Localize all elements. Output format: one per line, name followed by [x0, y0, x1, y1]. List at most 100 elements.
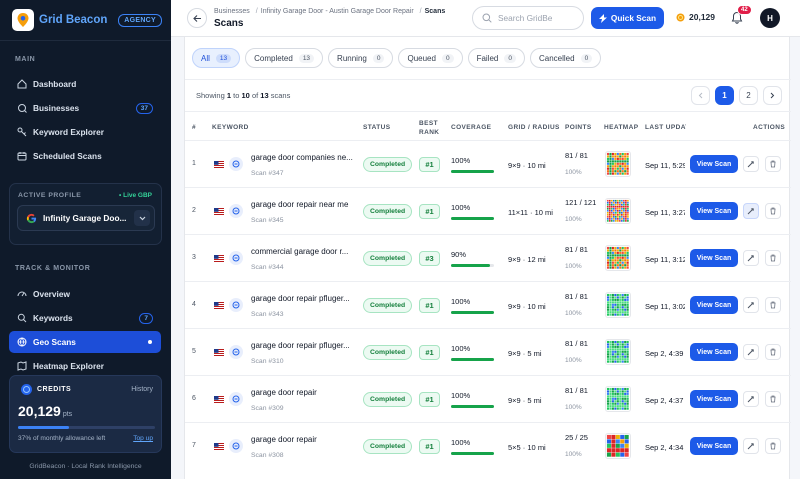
filter-tab-all[interactable]: All 13 — [192, 48, 241, 68]
delete-button[interactable] — [765, 391, 781, 407]
breadcrumb-businesses[interactable]: Businesses — [214, 8, 250, 15]
points-value: 81 / 81 — [565, 151, 588, 160]
keyword-text[interactable]: garage door repair — [251, 435, 317, 444]
page-2-button[interactable]: 2 — [739, 86, 758, 105]
sidebar-item-businesses[interactable]: Businesses 37 — [9, 97, 161, 119]
trash-icon — [770, 254, 776, 262]
breadcrumb-business[interactable]: Infinity Garage Door - Austin Garage Doo… — [261, 8, 414, 15]
sidebar-item-dashboard[interactable]: Dashboard — [9, 73, 161, 95]
row-number: 6 — [192, 395, 196, 402]
keyword-text[interactable]: garage door repair — [251, 388, 317, 397]
delete-button[interactable] — [765, 156, 781, 172]
filter-tab-cancelled[interactable]: Cancelled 0 — [530, 48, 602, 68]
delete-button[interactable] — [765, 438, 781, 454]
sidebar-item-keywords[interactable]: Keywords 7 — [9, 307, 161, 329]
search-input[interactable]: Search GridBe — [472, 6, 584, 30]
avatar[interactable]: H — [760, 8, 780, 28]
col-coverage[interactable]: COVERAGE — [451, 124, 491, 131]
filter-tab-failed[interactable]: Failed 0 — [467, 48, 525, 68]
col-keyword[interactable]: KEYWORD — [212, 124, 249, 131]
credit-balance[interactable]: 20,129 — [676, 12, 715, 22]
scrollbar[interactable] — [794, 37, 800, 479]
heatmap-thumbnail[interactable] — [605, 386, 631, 412]
heatmap-thumbnail[interactable] — [605, 339, 631, 365]
heatmap-thumbnail[interactable] — [605, 151, 631, 177]
view-scan-button[interactable]: View Scan — [690, 155, 738, 173]
keyword-text[interactable]: commercial garage door r... — [251, 247, 348, 256]
sidebar-item-scheduled-scans[interactable]: Scheduled Scans — [9, 145, 161, 167]
top-up-link[interactable]: Top up — [133, 435, 153, 442]
view-scan-button[interactable]: View Scan — [690, 343, 738, 361]
col-last-updated[interactable]: LAST UPDATED — [645, 124, 686, 131]
heatmap-thumbnail[interactable] — [605, 433, 631, 459]
col-best-rank[interactable]: BEST RANK — [419, 119, 439, 137]
gauge-icon — [17, 291, 27, 297]
brand[interactable]: Grid Beacon AGENCY — [12, 9, 162, 31]
delete-button[interactable] — [765, 297, 781, 313]
scan-id: Scan #309 — [251, 405, 284, 412]
best-rank-badge: #1 — [419, 204, 440, 219]
credit-balance-value: 20,129 — [689, 12, 715, 22]
filter-count: 13 — [298, 53, 315, 63]
filter-tab-queued[interactable]: Queued 0 — [398, 48, 463, 68]
back-button[interactable] — [187, 8, 207, 28]
us-flag-icon — [214, 255, 224, 262]
rescan-button[interactable] — [743, 203, 759, 219]
history-link[interactable]: History — [131, 386, 153, 393]
col-status[interactable]: STATUS — [363, 124, 390, 131]
quick-scan-button[interactable]: Quick Scan — [591, 7, 664, 29]
sidebar-item-keyword-explorer[interactable]: Keyword Explorer — [9, 121, 161, 143]
view-scan-button[interactable]: View Scan — [690, 437, 738, 455]
prev-page-button[interactable] — [691, 86, 710, 105]
keyword-text[interactable]: garage door companies ne... — [251, 153, 353, 162]
table-row[interactable]: 6 garage door repair Scan #309 Completed #1 1… — [185, 375, 791, 422]
delete-button[interactable] — [765, 250, 781, 266]
profile-selector[interactable]: Infinity Garage Doo... — [17, 205, 155, 231]
filter-count: 0 — [504, 53, 516, 63]
view-scan-button[interactable]: View Scan — [690, 390, 738, 408]
scan-id: Scan #347 — [251, 170, 284, 177]
sidebar-item-geo-scans[interactable]: Geo Scans — [9, 331, 161, 353]
table-row[interactable]: 1 garage door companies ne... Scan #347 Com… — [185, 140, 791, 187]
col-grid-radius[interactable]: GRID / RADIUS — [508, 124, 560, 131]
credits-progress-bar — [18, 426, 155, 429]
rescan-button[interactable] — [743, 438, 759, 454]
points-percent: 100% — [565, 451, 582, 458]
heatmap-thumbnail[interactable] — [605, 245, 631, 271]
coverage-bar-fill — [451, 405, 494, 408]
heatmap-thumbnail[interactable] — [605, 198, 631, 224]
table-row[interactable]: 5 garage door repair pfluger... Scan #310 C… — [185, 328, 791, 375]
filter-tab-completed[interactable]: Completed 13 — [245, 48, 324, 68]
view-scan-button[interactable]: View Scan — [690, 296, 738, 314]
table-row[interactable]: 4 garage door repair pfluger... Scan #343 C… — [185, 281, 791, 328]
view-scan-button[interactable]: View Scan — [690, 249, 738, 267]
keyword-text[interactable]: garage door repair pfluger... — [251, 294, 350, 303]
page-1-button[interactable]: 1 — [715, 86, 734, 105]
table-row[interactable]: 2 garage door repair near me Scan #345 Comp… — [185, 187, 791, 234]
keyword-text[interactable]: garage door repair pfluger... — [251, 341, 350, 350]
rescan-button[interactable] — [743, 344, 759, 360]
last-updated: Sep 11, 5:29 — [645, 161, 685, 170]
showing-of-word: of — [251, 91, 259, 100]
keyword-text[interactable]: garage door repair near me — [251, 200, 348, 209]
rescan-button[interactable] — [743, 391, 759, 407]
showing-total: 13 — [260, 91, 269, 100]
view-scan-button[interactable]: View Scan — [690, 202, 738, 220]
notifications-button[interactable]: 42 — [731, 5, 752, 26]
heatmap-thumbnail[interactable] — [605, 292, 631, 318]
table-row[interactable]: 3 commercial garage door r... Scan #344 Com… — [185, 234, 791, 281]
rescan-button[interactable] — [743, 250, 759, 266]
delete-button[interactable] — [765, 203, 781, 219]
sidebar-item-heatmap-explorer[interactable]: Heatmap Explorer — [9, 355, 161, 377]
rescan-button[interactable] — [743, 156, 759, 172]
search-icon — [482, 13, 492, 23]
table-row[interactable]: 7 garage door repair Scan #308 Completed #1 1… — [185, 422, 791, 469]
col-points[interactable]: POINTS — [565, 124, 592, 131]
delete-button[interactable] — [765, 344, 781, 360]
sidebar-item-overview[interactable]: Overview — [9, 283, 161, 305]
calendar-icon — [17, 152, 27, 161]
points-percent: 100% — [565, 357, 582, 364]
filter-tab-running[interactable]: Running 0 — [328, 48, 394, 68]
rescan-button[interactable] — [743, 297, 759, 313]
next-page-button[interactable] — [763, 86, 782, 105]
